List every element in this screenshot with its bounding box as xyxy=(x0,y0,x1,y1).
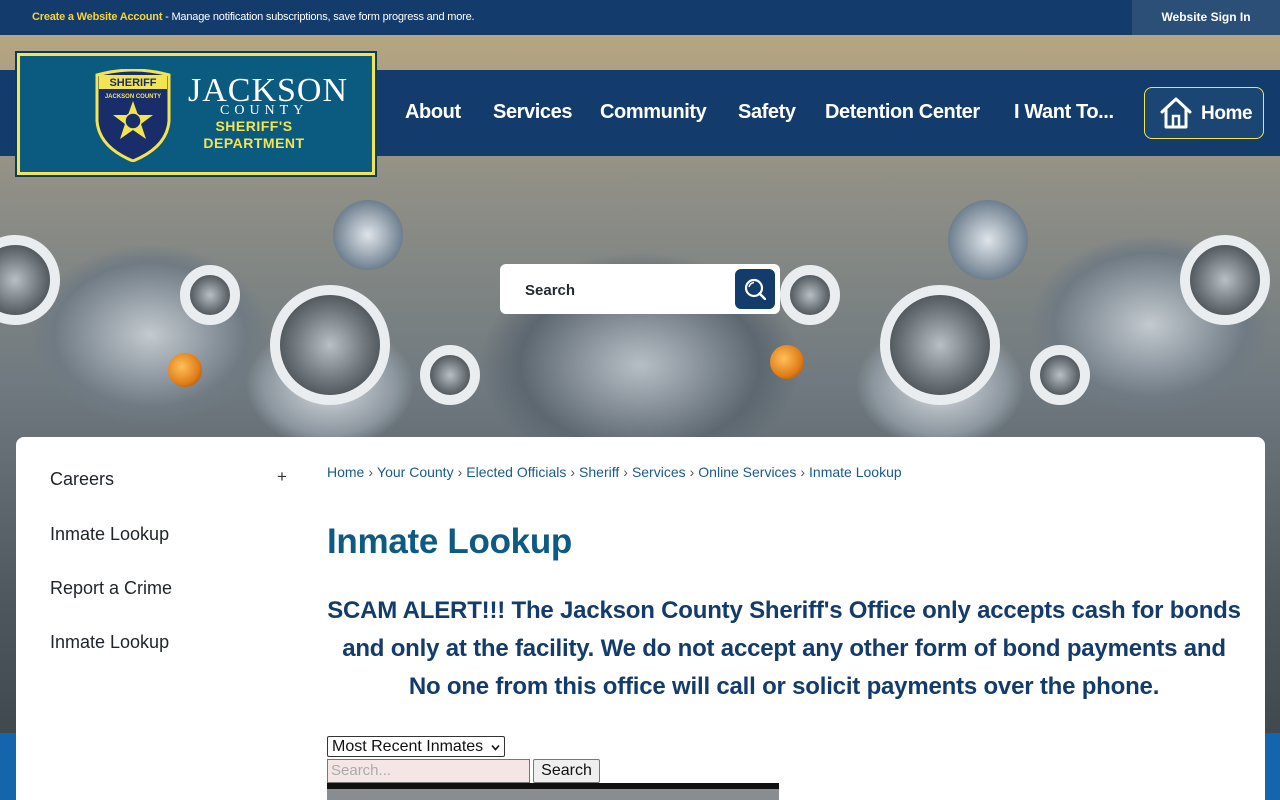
logo-county: COUNTY xyxy=(220,103,309,118)
expand-careers-button[interactable]: + xyxy=(277,467,287,487)
breadcrumb-services[interactable]: Services xyxy=(632,464,686,480)
nav-detention-center[interactable]: Detention Center xyxy=(825,101,980,124)
search-input[interactable]: Search xyxy=(525,282,575,299)
website-sign-in-button[interactable]: Website Sign In xyxy=(1132,0,1280,35)
breadcrumb-separator: › xyxy=(570,464,576,480)
create-account-link[interactable]: Create a Website Account xyxy=(32,11,162,23)
search-submit-button[interactable] xyxy=(735,269,775,309)
turn-signal-image xyxy=(770,345,804,379)
headlight-image xyxy=(180,265,240,325)
chevron-down-icon xyxy=(491,744,500,751)
headlight-image xyxy=(1030,345,1090,405)
nav-community[interactable]: Community xyxy=(600,101,707,124)
inmate-search-input[interactable]: Search... xyxy=(327,759,530,783)
breadcrumb-separator: › xyxy=(457,464,463,480)
scam-alert-text: SCAM ALERT!!! The Jackson County Sheriff… xyxy=(327,597,1241,700)
badge-top-text: SHERIFF xyxy=(109,77,156,89)
breadcrumb: Home › Your County › Elected Officials › Sheri… xyxy=(327,464,902,480)
inmate-list-select-value: Most Recent Inmates xyxy=(332,738,484,755)
breadcrumb-separator: › xyxy=(368,464,374,480)
breadcrumb-online-services[interactable]: Online Services xyxy=(698,464,796,480)
breadcrumb-sheriff[interactable]: Sheriff xyxy=(579,464,619,480)
headlight-image xyxy=(880,285,1000,405)
account-message: Create a Website Account - Manage notifi… xyxy=(32,11,475,23)
breadcrumb-your-county[interactable]: Your County xyxy=(377,464,454,480)
home-button[interactable]: Home xyxy=(1144,87,1264,139)
headlight-image xyxy=(270,285,390,405)
nav-about[interactable]: About xyxy=(405,101,461,124)
breadcrumb-elected-officials[interactable]: Elected Officials xyxy=(466,464,566,480)
nav-services[interactable]: Services xyxy=(493,101,573,124)
logo-dept-line1: SHERIFF'S xyxy=(215,118,293,134)
breadcrumb-separator: › xyxy=(800,464,806,480)
sidebar-item-inmate-lookup[interactable]: Inmate Lookup xyxy=(50,524,169,545)
results-frame xyxy=(327,783,779,800)
police-emblem-image xyxy=(948,200,1028,280)
page-title: Inmate Lookup xyxy=(327,522,572,561)
police-emblem-image xyxy=(333,200,403,270)
sidebar-item-report-a-crime[interactable]: Report a Crime xyxy=(50,578,172,599)
results-frame-content xyxy=(327,789,779,800)
logo-dept-line2: DEPARTMENT xyxy=(203,135,305,151)
inmate-search-button[interactable]: Search xyxy=(533,759,600,783)
badge-ring-text: JACKSON COUNTY xyxy=(105,94,161,100)
account-message-text: - Manage notification subscriptions, sav… xyxy=(162,11,475,23)
utility-bar: Create a Website Account - Manage notifi… xyxy=(0,0,1280,35)
nav-i-want-to[interactable]: I Want To... xyxy=(1014,101,1114,124)
headlight-image xyxy=(420,345,480,405)
turn-signal-image xyxy=(168,353,202,387)
headlight-image xyxy=(780,265,840,325)
headlight-image xyxy=(0,235,60,325)
sidebar-item-careers[interactable]: Careers xyxy=(50,469,114,490)
house-icon xyxy=(1160,97,1192,129)
breadcrumb-separator: › xyxy=(689,464,695,480)
nav-safety[interactable]: Safety xyxy=(738,101,796,124)
site-search[interactable]: Search xyxy=(500,264,780,314)
home-button-label: Home xyxy=(1201,103,1253,124)
sidebar-item-inmate-lookup-2[interactable]: Inmate Lookup xyxy=(50,632,169,653)
headlight-image xyxy=(1180,235,1270,325)
breadcrumb-current: Inmate Lookup xyxy=(809,464,902,480)
sheriff-logo[interactable]: SHERIFF JACKSON COUNTY JACKSON COUNTY SH… xyxy=(17,53,375,175)
breadcrumb-separator: › xyxy=(623,464,628,480)
sheriff-badge-icon: SHERIFF JACKSON COUNTY xyxy=(95,69,171,162)
magnifier-icon xyxy=(744,278,766,300)
inmate-list-select[interactable]: Most Recent Inmates xyxy=(327,736,505,757)
breadcrumb-home[interactable]: Home xyxy=(327,464,364,480)
